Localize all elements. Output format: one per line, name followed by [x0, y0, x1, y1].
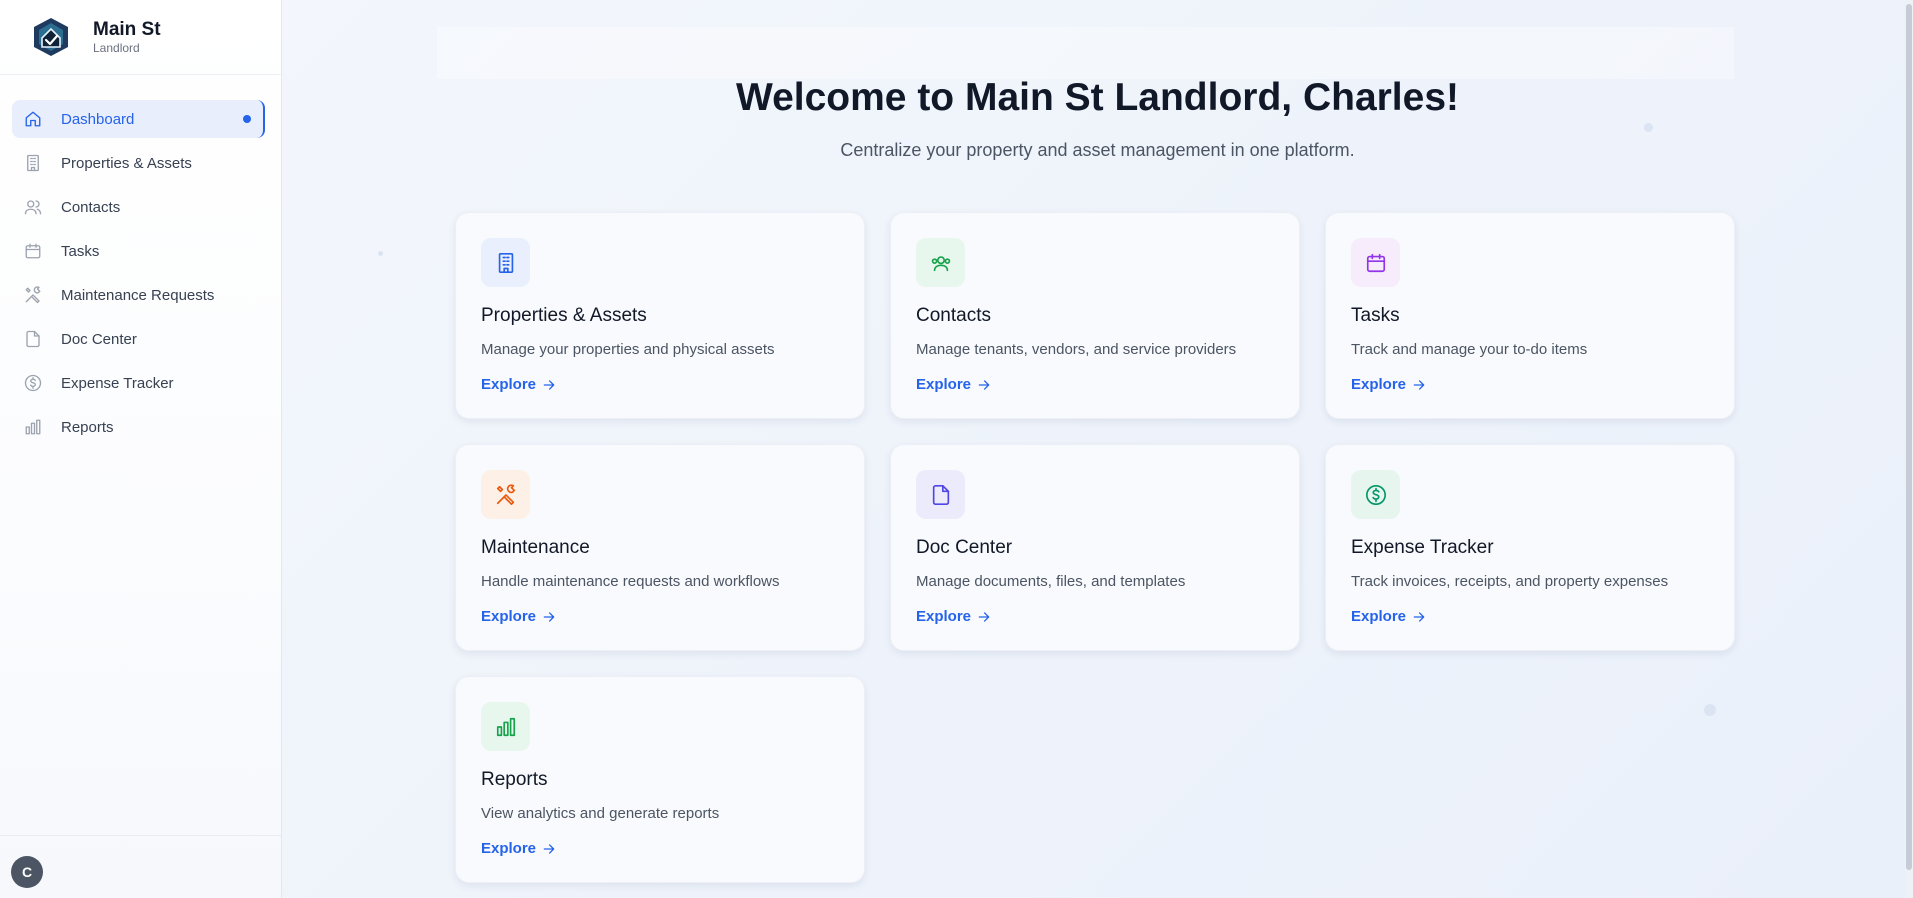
- sidebar: Main St Landlord Dashboard Properties & …: [0, 0, 282, 898]
- dollar-circle-icon: [1365, 484, 1386, 505]
- explore-link-label: Explore: [481, 840, 537, 857]
- explore-link-label: Explore: [916, 376, 972, 393]
- decorative-dot: [1644, 123, 1653, 132]
- logo-icon: [34, 18, 68, 56]
- card-expense-tracker[interactable]: Expense Tracker Track invoices, receipts…: [1325, 444, 1735, 651]
- arrow-right-icon: [977, 610, 991, 624]
- explore-link[interactable]: Explore: [916, 376, 991, 393]
- arrow-right-icon: [542, 378, 556, 392]
- scrollbar-thumb[interactable]: [1906, 4, 1912, 870]
- document-icon: [932, 484, 949, 505]
- card-title: Expense Tracker: [1351, 537, 1494, 558]
- card-properties-assets[interactable]: Properties & Assets Manage your properti…: [455, 212, 865, 419]
- users-icon: [931, 255, 950, 271]
- card-maintenance[interactable]: Maintenance Handle maintenance requests …: [455, 444, 865, 651]
- card-description: Track invoices, receipts, and property e…: [1351, 573, 1669, 590]
- card-title: Doc Center: [916, 537, 1013, 558]
- sidebar-item-label: Reports: [61, 418, 114, 436]
- explore-link[interactable]: Explore: [481, 608, 556, 625]
- explore-link-label: Explore: [916, 608, 972, 625]
- explore-link[interactable]: Explore: [481, 376, 556, 393]
- sidebar-item-dashboard[interactable]: Dashboard: [12, 100, 265, 138]
- explore-link-label: Explore: [481, 376, 537, 393]
- building-icon: [24, 154, 42, 172]
- explore-link[interactable]: Explore: [916, 608, 991, 625]
- sidebar-item-expense-tracker[interactable]: Expense Tracker: [12, 364, 265, 402]
- brand-name: Main St: [93, 19, 161, 40]
- card-tasks[interactable]: Tasks Track and manage your to-do items …: [1325, 212, 1735, 419]
- sidebar-item-doc-center[interactable]: Doc Center: [12, 320, 265, 358]
- card-icon-container: [481, 238, 530, 287]
- card-icon-container: [481, 702, 530, 751]
- decorative-dot: [378, 251, 383, 256]
- sidebar-item-maintenance-requests[interactable]: Maintenance Requests: [12, 276, 265, 314]
- decorative-dot: [1704, 704, 1716, 716]
- card-icon-container: [481, 470, 530, 519]
- card-description: Manage documents, files, and templates: [916, 573, 1186, 590]
- sidebar-item-label: Contacts: [61, 198, 121, 216]
- vertical-scrollbar[interactable]: [1905, 0, 1913, 898]
- sidebar-item-label: Properties & Assets: [61, 154, 192, 172]
- arrow-right-icon: [1412, 610, 1426, 624]
- explore-link-label: Explore: [1351, 608, 1407, 625]
- active-indicator-dot: [243, 115, 251, 123]
- explore-link[interactable]: Explore: [1351, 608, 1426, 625]
- decorative-band: [437, 27, 1734, 79]
- card-icon-container: [1351, 470, 1400, 519]
- arrow-right-icon: [1412, 378, 1426, 392]
- card-description: View analytics and generate reports: [481, 805, 720, 822]
- explore-link[interactable]: Explore: [481, 840, 556, 857]
- home-icon: [24, 110, 42, 128]
- explore-link[interactable]: Explore: [1351, 376, 1426, 393]
- tools-icon: [24, 286, 42, 304]
- explore-link-label: Explore: [1351, 376, 1407, 393]
- card-reports[interactable]: Reports View analytics and generate repo…: [455, 676, 865, 883]
- card-doc-center[interactable]: Doc Center Manage documents, files, and …: [890, 444, 1300, 651]
- card-icon-container: [916, 238, 965, 287]
- card-description: Manage your properties and physical asse…: [481, 341, 775, 358]
- arrow-right-icon: [542, 610, 556, 624]
- users-icon: [24, 198, 42, 216]
- card-description: Manage tenants, vendors, and service pro…: [916, 341, 1237, 358]
- sidebar-nav: Dashboard Properties & Assets Contacts T…: [0, 75, 281, 446]
- card-title: Reports: [481, 769, 548, 790]
- card-icon-container: [916, 470, 965, 519]
- sidebar-item-tasks[interactable]: Tasks: [12, 232, 265, 270]
- card-description: Handle maintenance requests and workflow…: [481, 573, 780, 590]
- card-contacts[interactable]: Contacts Manage tenants, vendors, and se…: [890, 212, 1300, 419]
- sidebar-footer: C: [0, 835, 281, 898]
- card-title: Properties & Assets: [481, 305, 647, 326]
- sidebar-item-contacts[interactable]: Contacts: [12, 188, 265, 226]
- card-title: Contacts: [916, 305, 991, 326]
- tools-icon: [496, 483, 515, 505]
- user-avatar[interactable]: C: [11, 856, 43, 888]
- card-description: Track and manage your to-do items: [1351, 341, 1588, 358]
- page-title: Welcome to Main St Landlord, Charles!: [735, 76, 1460, 119]
- sidebar-item-label: Dashboard: [61, 110, 135, 128]
- sidebar-item-label: Tasks: [61, 242, 100, 260]
- sidebar-item-label: Doc Center: [61, 330, 137, 348]
- arrow-right-icon: [977, 378, 991, 392]
- dollar-circle-icon: [24, 374, 42, 392]
- calendar-icon: [24, 242, 42, 260]
- explore-link-label: Explore: [481, 608, 537, 625]
- calendar-icon: [1366, 253, 1385, 272]
- brand-subtitle: Landlord: [93, 41, 140, 55]
- sidebar-item-properties[interactable]: Properties & Assets: [12, 144, 265, 182]
- document-icon: [24, 330, 42, 348]
- brand-header[interactable]: Main St Landlord: [0, 0, 281, 75]
- bar-chart-icon: [496, 717, 515, 736]
- arrow-right-icon: [542, 842, 556, 856]
- sidebar-item-reports[interactable]: Reports: [12, 408, 265, 446]
- building-icon: [498, 252, 513, 273]
- main-content: Welcome to Main St Landlord, Charles! Ce…: [282, 0, 1913, 898]
- card-title: Maintenance: [481, 537, 590, 558]
- card-title: Tasks: [1351, 305, 1400, 326]
- bar-chart-icon: [24, 418, 42, 436]
- sidebar-item-label: Expense Tracker: [61, 374, 174, 392]
- page-subtitle: Centralize your property and asset manag…: [840, 140, 1355, 160]
- sidebar-item-label: Maintenance Requests: [61, 286, 215, 304]
- card-icon-container: [1351, 238, 1400, 287]
